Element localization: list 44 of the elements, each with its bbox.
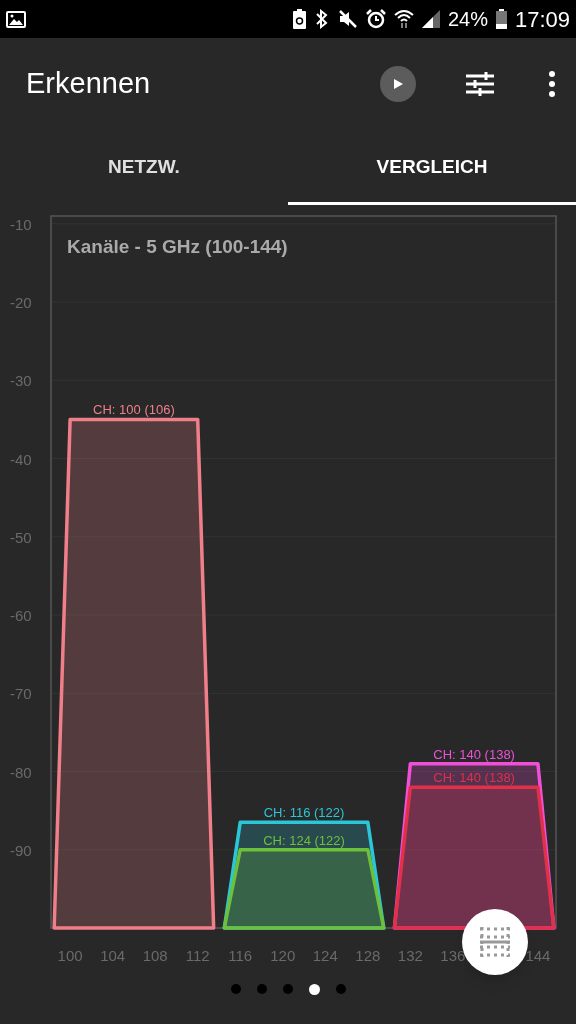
axis-tick-label: -80 <box>10 763 32 781</box>
alarm-icon <box>365 9 386 29</box>
grid-icon <box>480 927 510 957</box>
channel-label: CH: 140 (138) <box>433 746 515 762</box>
tab[interactable]: VERGLEICH <box>288 130 576 205</box>
axis-tick-label: -70 <box>10 685 32 703</box>
axis-tick-label: -30 <box>10 372 32 390</box>
tab[interactable]: NETZW. <box>0 130 288 205</box>
chart-title: Kanäle - 5 GHz (100-144) <box>67 236 288 257</box>
wifi-icon <box>393 9 414 29</box>
axis-tick-label: -20 <box>10 294 32 312</box>
play-icon <box>392 78 404 90</box>
axis-tick-label: 136 <box>440 947 466 964</box>
channel-label: CH: 100 (106) <box>93 402 175 418</box>
channel-label: CH: 140 (138) <box>433 770 515 786</box>
axis-tick-label: 120 <box>270 947 296 964</box>
bluetooth-icon <box>313 9 330 29</box>
axis-tick-label: 144 <box>525 947 551 964</box>
play-button[interactable] <box>380 66 416 102</box>
axis-tick-label: -90 <box>10 841 32 859</box>
clock-time: 17:09 <box>514 5 570 34</box>
axis-tick-label: 132 <box>397 947 423 964</box>
axis-tick-label: -50 <box>10 528 32 546</box>
channel-label: CH: 124 (122) <box>263 832 345 848</box>
axis-tick-label: 116 <box>228 947 253 964</box>
battery-saver-icon <box>292 9 306 29</box>
axis-tick-label: 100 <box>57 947 83 964</box>
axis-tick-label: 108 <box>142 947 168 964</box>
battery-percent: 24% <box>447 7 488 32</box>
axis-tick-label: -40 <box>10 450 32 468</box>
axis-tick-label: -10 <box>10 215 32 233</box>
channel-label: CH: 116 (122) <box>263 805 345 821</box>
app-title: Erkennen <box>26 66 151 102</box>
axis-tick-label: 104 <box>100 947 126 964</box>
axis-tick-label: 124 <box>312 947 338 964</box>
mute-icon <box>337 9 358 29</box>
more-options-icon[interactable] <box>548 71 556 97</box>
battery-icon <box>495 9 507 29</box>
axis-tick-label: 112 <box>185 947 210 964</box>
signal-icon <box>421 10 440 28</box>
settings-icon[interactable] <box>466 72 494 96</box>
axis-tick-label: -60 <box>10 607 32 625</box>
axis-tick-label: 128 <box>355 947 381 964</box>
picture-icon <box>6 10 26 28</box>
